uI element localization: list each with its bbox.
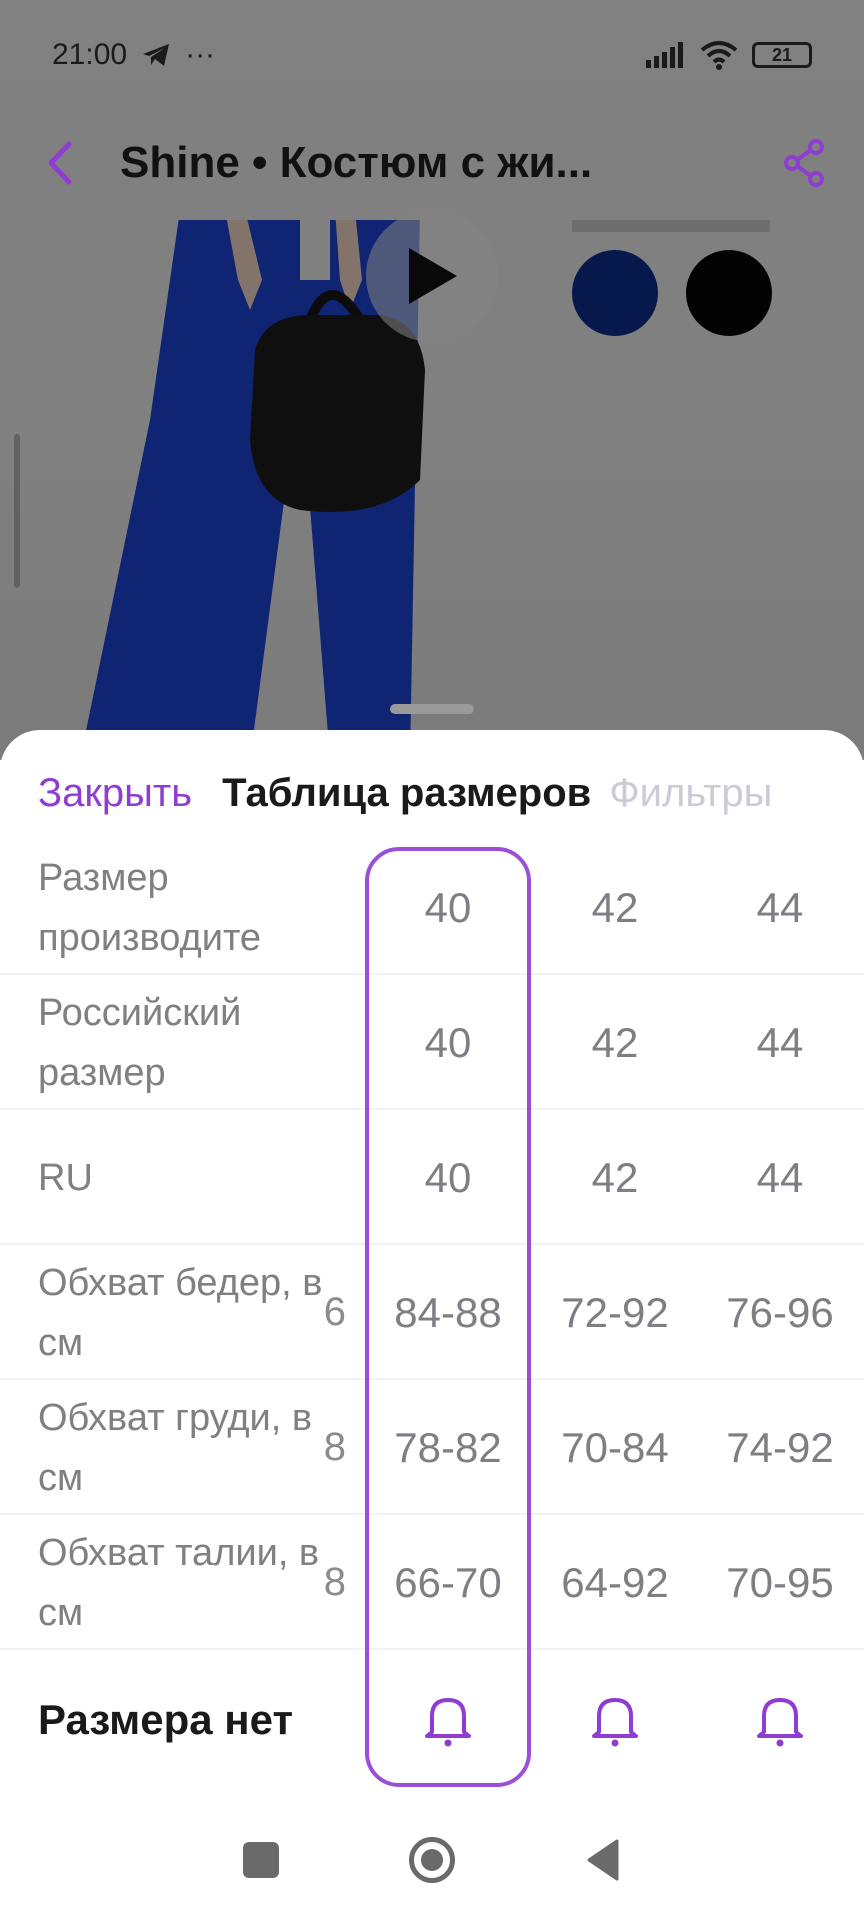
row-label: Обхват бедер, в см (38, 1261, 323, 1364)
size-cell[interactable]: 84-88 (368, 1245, 528, 1380)
home-dot-icon (421, 1849, 443, 1871)
row-label: Российский размер (38, 991, 242, 1094)
product-media: 21:00 ··· 21 Shine • Костюм с жи... (0, 0, 864, 760)
back-button[interactable] (0, 113, 120, 213)
size-chart-sheet: Закрыть Таблица размеров Фильтры Размер … (0, 730, 864, 1920)
row-label: Обхват талии, в см (38, 1531, 320, 1634)
partial-cell: 8 (323, 1425, 346, 1469)
size-cell[interactable]: 70-95 (700, 1515, 860, 1650)
size-cell[interactable]: 76-96 (700, 1245, 860, 1380)
notify-row: Размера нет (0, 1650, 864, 1790)
page-title: Shine • Костюм с жи... (120, 138, 593, 187)
share-icon (784, 139, 824, 187)
table-row: RU 40 42 44 (0, 1110, 864, 1245)
partial-cell: 6 (323, 1290, 346, 1334)
row-label: Обхват груди, в см (38, 1396, 313, 1499)
chevron-left-icon (48, 141, 72, 185)
size-cell[interactable]: 66-70 (368, 1515, 528, 1650)
size-cell[interactable]: 44 (700, 1110, 860, 1245)
status-time: 21:00 (52, 38, 128, 71)
table-row: Российский размер 40 42 44 (0, 975, 864, 1110)
system-nav-bar (0, 1800, 864, 1920)
close-button[interactable]: Закрыть (38, 771, 192, 816)
bell-icon (757, 1698, 803, 1747)
size-cell[interactable]: 42 (535, 1110, 695, 1245)
home-button[interactable] (409, 1837, 455, 1883)
sheet-title: Таблица размеров (222, 770, 592, 815)
share-button[interactable] (744, 113, 864, 213)
bell-icon (592, 1698, 638, 1747)
table-row: Обхват бедер, в см 6 84-88 72-92 76-96 (0, 1245, 864, 1380)
size-cell[interactable]: 78-82 (368, 1380, 528, 1515)
notify-bell-button[interactable] (700, 1650, 860, 1790)
size-cell[interactable]: 72-92 (535, 1245, 695, 1380)
bell-icon (425, 1698, 471, 1747)
notify-bell-button[interactable] (535, 1650, 695, 1790)
battery-level: 21 (771, 44, 793, 65)
top-app-bar: Shine • Костюм с жи... (0, 105, 864, 221)
notify-bell-button[interactable] (368, 1650, 528, 1790)
status-more-dots: ··· (185, 38, 216, 71)
size-table: Размер производите 40 42 44 Российский р… (0, 840, 864, 1790)
partial-cell: 8 (323, 1560, 346, 1604)
table-row: Обхват талии, в см 8 66-70 64-92 70-95 (0, 1515, 864, 1650)
sheet-header: Закрыть Таблица размеров Фильтры (0, 758, 864, 828)
size-cell[interactable]: 40 (368, 840, 528, 975)
size-cell[interactable]: 70-84 (535, 1380, 695, 1515)
table-row: Обхват груди, в см 8 78-82 70-84 74-92 (0, 1380, 864, 1515)
size-cell[interactable]: 44 (700, 840, 860, 975)
battery-icon: 21 (752, 42, 812, 68)
table-row: Размер производите 40 42 44 (0, 840, 864, 975)
telegram-icon (143, 44, 170, 66)
size-cell[interactable]: 64-92 (535, 1515, 695, 1650)
filters-tab[interactable]: Фильтры (609, 771, 772, 816)
sheet-drag-handle[interactable] (390, 704, 474, 714)
signal-icon (646, 42, 683, 68)
size-cell[interactable]: 42 (535, 975, 695, 1110)
recent-apps-button[interactable] (243, 1842, 279, 1878)
status-bar: 21:00 ··· 21 (0, 0, 864, 110)
size-cell[interactable]: 40 (368, 1110, 528, 1245)
size-cell[interactable]: 42 (535, 840, 695, 975)
row-label: RU (38, 1156, 93, 1199)
notify-label: Размера нет (38, 1696, 294, 1743)
size-cell[interactable]: 44 (700, 975, 860, 1110)
back-triangle-icon[interactable] (585, 1839, 621, 1881)
size-cell[interactable]: 40 (368, 975, 528, 1110)
size-cell[interactable]: 74-92 (700, 1380, 860, 1515)
row-label: Размер производите (38, 856, 262, 959)
wifi-icon (700, 41, 738, 70)
